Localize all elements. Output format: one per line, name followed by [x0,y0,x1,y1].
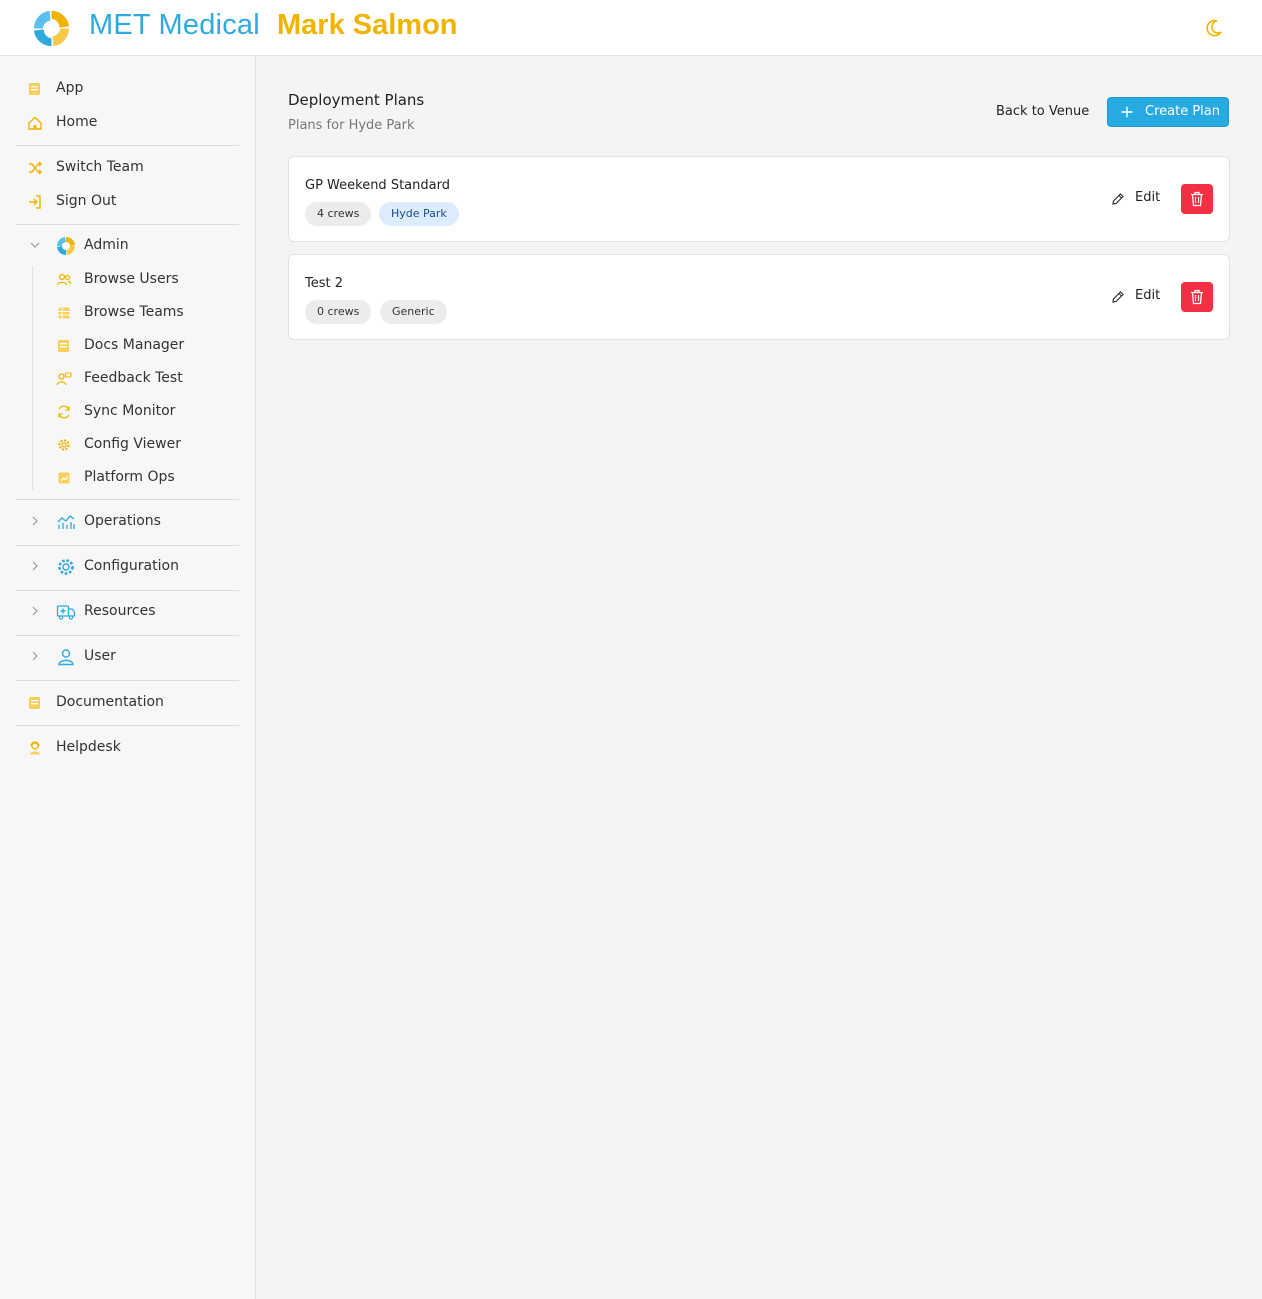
sidebar-item-helpdesk[interactable]: Helpdesk [16,733,239,763]
chevron-down-icon [30,242,40,248]
pencil-icon [1112,291,1124,303]
sidebar-group-admin[interactable]: Admin [16,231,239,261]
sidebar: App Home Switch Team Sign Out Admin Brow… [0,56,256,1299]
sidebar-group-label: Configuration [84,558,179,574]
sidebar-item-platform-ops[interactable]: Platform Ops [16,463,239,493]
sidebar-item-label: Browse Teams [84,304,184,320]
sidebar-divider [16,545,239,546]
plan-name: GP Weekend Standard [305,178,450,193]
chevron-right-icon [32,606,38,616]
sidebar-item-browse-teams[interactable]: Browse Teams [16,298,239,328]
sidebar-item-label: Feedback Test [84,370,183,386]
sidebar-item-label: App [56,80,84,96]
sidebar-item-label: Platform Ops [84,469,175,485]
gear-icon [58,439,70,451]
sidebar-divider [16,224,239,225]
sidebar-group-label: Operations [84,513,161,529]
sidebar-item-label: Documentation [56,694,164,710]
create-plan-label: Create Plan [1145,104,1220,119]
sidebar-divider [16,590,239,591]
book-icon [58,340,69,352]
sidebar-item-label: Sign Out [56,193,117,209]
sidebar-item-sync-monitor[interactable]: Sync Monitor [16,397,239,427]
sidebar-divider [16,725,239,726]
met-medical-logo[interactable] [30,7,73,50]
sign-out-icon [29,195,41,209]
page-subtitle: Plans for Hyde Park [288,118,415,133]
sidebar-item-browse-users[interactable]: Browse Users [16,265,239,295]
back-to-venue-button[interactable]: Back to Venue [988,97,1097,127]
sidebar-item-sign-out[interactable]: Sign Out [16,187,239,217]
user-icon [58,649,74,666]
sidebar-item-label: Switch Team [56,159,144,175]
sidebar-item-label: Config Viewer [84,436,181,452]
users-icon [56,273,72,286]
create-plan-button[interactable]: Create Plan [1107,97,1229,127]
sidebar-divider [16,680,239,681]
trash-icon [1191,191,1203,207]
edit-label: Edit [1135,190,1161,205]
sidebar-item-documentation[interactable]: Documentation [16,688,239,718]
delete-button[interactable] [1181,282,1213,312]
ambulance-icon [56,605,76,620]
shuffle-icon [29,161,42,175]
user-name: Mark Salmon [277,9,458,41]
chevron-right-icon [32,651,38,661]
plan-name: Test 2 [305,276,344,291]
sync-icon [58,405,70,419]
moon-icon[interactable] [1203,17,1225,39]
sidebar-item-label: Sync Monitor [84,403,176,419]
chart-line-icon [57,515,75,529]
crew-count-badge: 0 crews [305,300,372,324]
plus-icon [1121,106,1133,118]
sidebar-group-user[interactable]: User [16,642,239,672]
sidebar-group-configuration[interactable]: Configuration [16,552,239,582]
sidebar-group-operations[interactable]: Operations [16,507,239,537]
support-agent-icon [30,741,40,755]
sidebar-item-feedback-test[interactable]: Feedback Test [16,364,239,394]
sidebar-group-label: Admin [84,237,129,253]
book-icon [29,83,40,95]
page-title: Deployment Plans [288,91,425,109]
user-comment-icon [56,372,72,386]
sidebar-item-label: Home [56,114,98,130]
sidebar-item-app[interactable]: App [16,74,239,104]
sidebar-divider [16,145,239,146]
sidebar-item-label: Browse Users [84,271,179,287]
sidebar-item-home[interactable]: Home [16,108,239,138]
sidebar-item-label: Helpdesk [56,739,121,755]
book-icon [29,697,40,709]
table-icon [58,307,70,319]
sidebar-group-label: Resources [84,603,156,619]
home-icon [28,116,42,130]
venue-badge: Hyde Park [379,202,459,226]
brand-title: MET Medical [89,9,260,41]
plan-card: GP Weekend Standard 4 crews Hyde Park Ed… [288,156,1230,242]
sidebar-group-resources[interactable]: Resources [16,597,239,627]
sidebar-divider [16,635,239,636]
chart-icon [58,472,70,484]
trash-icon [1191,289,1203,305]
top-header: MET Medical Mark Salmon [0,0,1262,56]
delete-button[interactable] [1181,184,1213,214]
sidebar-group-label: User [84,648,116,664]
sidebar-item-config-viewer[interactable]: Config Viewer [16,430,239,460]
sidebar-item-docs-manager[interactable]: Docs Manager [16,331,239,361]
sidebar-item-switch-team[interactable]: Switch Team [16,153,239,183]
sidebar-divider [16,499,239,500]
venue-badge: Generic [380,300,447,324]
pencil-icon [1112,193,1124,205]
gear-icon [58,559,74,575]
met-logo-icon [56,236,76,256]
chevron-right-icon [32,516,38,526]
plan-card: Test 2 0 crews Generic Edit [288,254,1230,340]
edit-label: Edit [1135,288,1161,303]
crew-count-badge: 4 crews [305,202,372,226]
chevron-right-icon [32,561,38,571]
sidebar-item-label: Docs Manager [84,337,185,353]
